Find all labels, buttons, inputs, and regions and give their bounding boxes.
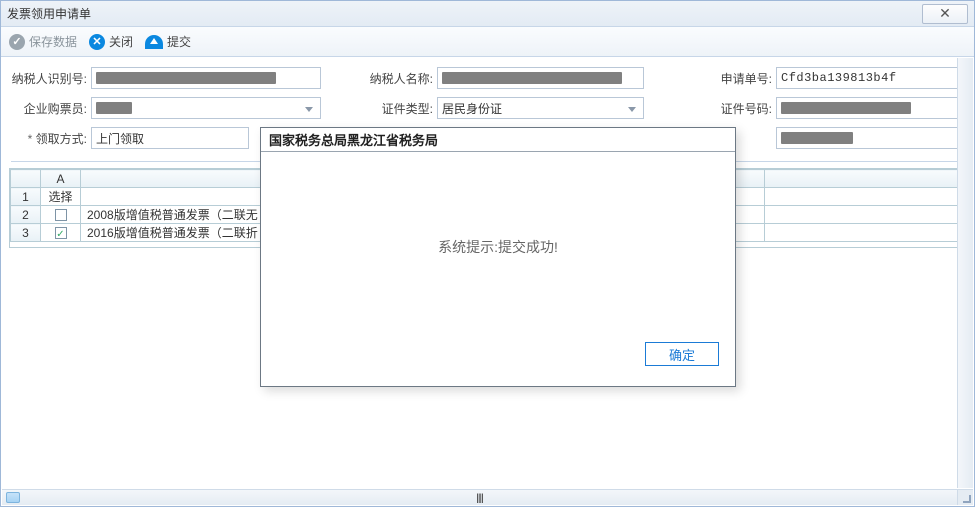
pickup-method-label: 领取方式: [11, 130, 91, 147]
grid-corner [11, 170, 41, 188]
extra-field[interactable] [776, 127, 964, 149]
grid-select-3[interactable] [41, 224, 81, 242]
check-icon: ✓ [9, 34, 25, 50]
horizontal-scrollbar[interactable]: |||| [2, 489, 957, 505]
grid-right-2 [765, 206, 965, 224]
dialog-title: 国家税务总局黑龙江省税务局 [261, 128, 735, 152]
cert-no-input[interactable] [776, 97, 964, 119]
checkbox-icon [55, 209, 67, 221]
taxpayer-id-label: 纳税人识别号: [11, 70, 91, 87]
save-label: 保存数据 [29, 33, 77, 50]
save-button[interactable]: ✓ 保存数据 [9, 33, 77, 50]
modal-dialog: 国家税务总局黑龙江省税务局 系统提示:提交成功! 确定 [260, 127, 736, 387]
close-button[interactable]: ✕ 关闭 [89, 33, 133, 50]
grid-rowhdr-1[interactable]: 1 [11, 188, 41, 206]
grid-col-right[interactable] [765, 170, 965, 188]
grid-right-3 [765, 224, 965, 242]
resize-grip[interactable] [957, 489, 973, 505]
cert-type-value: 居民身份证 [442, 100, 502, 117]
taxpayer-name-input[interactable] [437, 67, 644, 89]
purchaser-label: 企业购票员: [11, 100, 91, 117]
scrollbar-thumb[interactable] [6, 492, 20, 503]
cert-type-label: 证件类型: [357, 100, 437, 117]
purchaser-select[interactable] [91, 97, 321, 119]
grid-select-2[interactable] [41, 206, 81, 224]
toolbar: ✓ 保存数据 ✕ 关闭 提交 [1, 27, 974, 57]
grid-right-1 [765, 188, 965, 206]
grid-rowhdr-3[interactable]: 3 [11, 224, 41, 242]
dialog-footer: 确定 [261, 342, 735, 366]
application-no-input[interactable]: Cfd3ba139813b4f [776, 67, 964, 89]
application-no-label: 申请单号: [716, 70, 776, 87]
submit-button[interactable]: 提交 [145, 33, 191, 50]
taxpayer-name-label: 纳税人名称: [357, 70, 437, 87]
vertical-scrollbar[interactable] [957, 58, 973, 488]
upload-icon [145, 35, 163, 49]
close-icon: ✕ [939, 5, 951, 22]
ok-button[interactable]: 确定 [645, 342, 719, 366]
dialog-message: 系统提示:提交成功! [438, 237, 558, 257]
scrollbar-marks: |||| [476, 493, 482, 504]
taxpayer-id-input[interactable] [91, 67, 321, 89]
window-close-button[interactable]: ✕ [922, 4, 968, 24]
pickup-method-input[interactable]: 上门领取 [91, 127, 249, 149]
checkbox-checked-icon [55, 227, 67, 239]
grid-col-A[interactable]: A [41, 170, 81, 188]
grid-rowhdr-2[interactable]: 2 [11, 206, 41, 224]
grip-icon [963, 495, 971, 503]
dialog-body: 系统提示:提交成功! [261, 152, 735, 342]
app-window: 发票领用申请单 ✕ ✓ 保存数据 ✕ 关闭 提交 纳税人识别号: 纳税人名称: [0, 0, 975, 507]
cert-type-select[interactable]: 居民身份证 [437, 97, 644, 119]
pickup-method-value: 上门领取 [96, 130, 144, 147]
submit-label: 提交 [167, 33, 191, 50]
application-no-value: Cfd3ba139813b4f [781, 71, 897, 85]
titlebar: 发票领用申请单 ✕ [1, 1, 974, 27]
grid-select-header: 选择 [41, 188, 81, 206]
close-circle-icon: ✕ [89, 34, 105, 50]
window-title: 发票领用申请单 [7, 5, 91, 22]
close-label: 关闭 [109, 33, 133, 50]
ok-label: 确定 [669, 345, 695, 364]
cert-no-label: 证件号码: [716, 100, 776, 117]
